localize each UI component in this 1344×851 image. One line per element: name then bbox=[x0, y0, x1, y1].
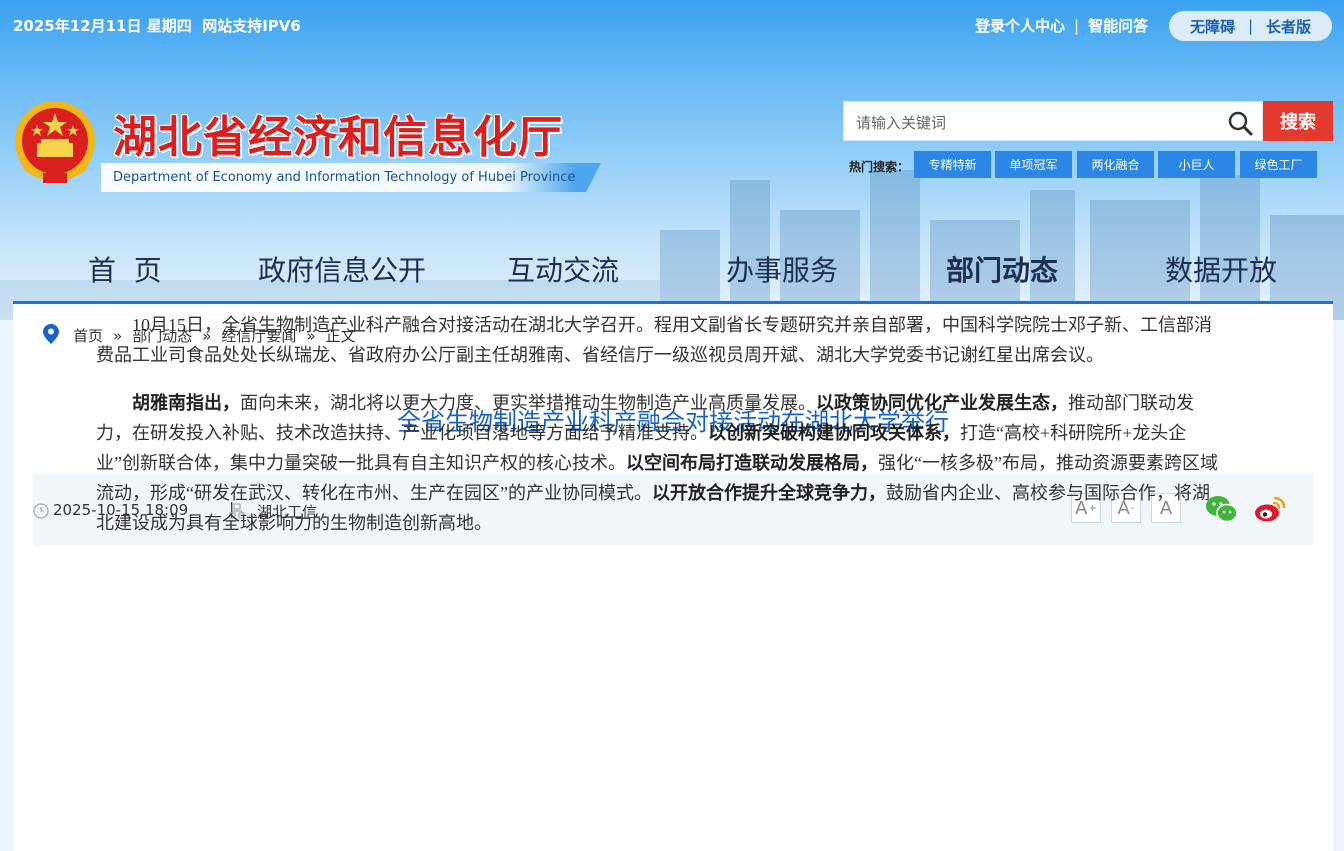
accessibility-link[interactable]: 无障碍 bbox=[1190, 16, 1235, 37]
divider: | bbox=[1074, 17, 1080, 35]
weibo-icon[interactable] bbox=[1253, 494, 1286, 524]
nav-item-home[interactable]: 首 页 bbox=[88, 249, 162, 289]
bold-phrase: 以政策协同优化产业发展生态， bbox=[816, 393, 1068, 413]
top-links: 登录个人中心 | 智能问答 bbox=[975, 15, 1148, 36]
search-icon[interactable] bbox=[1227, 110, 1253, 136]
nav-item-services[interactable]: 办事服务 bbox=[726, 249, 838, 289]
login-link[interactable]: 登录个人中心 bbox=[975, 15, 1065, 36]
current-date: 2025年12月11日 星期四 bbox=[13, 17, 192, 35]
nav-item-interaction[interactable]: 互动交流 bbox=[507, 249, 619, 289]
clock-icon bbox=[33, 503, 49, 519]
search-input[interactable] bbox=[854, 110, 1218, 136]
bold-phrase: 以空间布局打造联动发展格局， bbox=[626, 453, 878, 473]
bold-phrase: 胡雅南指出， bbox=[132, 393, 240, 413]
hot-tag[interactable]: 小巨人 bbox=[1158, 151, 1235, 178]
national-emblem-icon bbox=[15, 101, 95, 183]
hot-tag[interactable]: 绿色工厂 bbox=[1240, 151, 1317, 178]
divider: | bbox=[1247, 17, 1254, 35]
nav-item-gov-info[interactable]: 政府信息公开 bbox=[258, 249, 426, 289]
accessibility-switch: 无障碍 | 长者版 bbox=[1169, 11, 1332, 41]
bold-phrase: 以创新突破构建协同攻关体系， bbox=[708, 423, 960, 443]
search-box bbox=[843, 101, 1263, 141]
nav-item-dept-news[interactable]: 部门动态 bbox=[946, 249, 1058, 289]
site-title: 湖北省经济和信息化厅 bbox=[113, 112, 563, 163]
article-body: 10月15日，全省生物制造产业科产融合对接活动在湖北大学召开。程用文副省长专题研… bbox=[96, 310, 1226, 556]
ipv6-support: 网站支持IPV6 bbox=[202, 17, 301, 35]
smart-qa-link[interactable]: 智能问答 bbox=[1088, 15, 1148, 36]
text-phrase: 面向未来，湖北将以更大力度、更实举措推动生物制造产业高质量发展。 bbox=[240, 393, 816, 413]
article-paragraph: 胡雅南指出，面向未来，湖北将以更大力度、更实举措推动生物制造产业高质量发展。以政… bbox=[96, 388, 1226, 538]
elderly-version-link[interactable]: 长者版 bbox=[1266, 16, 1311, 37]
hot-search-label: 热门搜索： bbox=[849, 160, 910, 174]
article-paragraph: 10月15日，全省生物制造产业科产融合对接活动在湖北大学召开。程用文副省长专题研… bbox=[96, 315, 1212, 365]
hot-tag[interactable]: 两化融合 bbox=[1077, 151, 1154, 178]
location-pin-icon bbox=[43, 324, 59, 344]
top-bar: 2025年12月11日 星期四 网站支持IPV6 登录个人中心 | 智能问答 无障碍… bbox=[0, 0, 1344, 50]
bold-phrase: 以开放合作提升全球竞争力， bbox=[651, 483, 886, 503]
hot-tag[interactable]: 专精特新 bbox=[914, 151, 991, 178]
nav-item-open-data[interactable]: 数据开放 bbox=[1165, 249, 1277, 289]
date-info: 2025年12月11日 星期四 网站支持IPV6 bbox=[13, 15, 301, 36]
site-subtitle: Department of Economy and Information Te… bbox=[113, 170, 576, 185]
hot-tag[interactable]: 单项冠军 bbox=[995, 151, 1072, 178]
main-nav: 首 页 政府信息公开 互动交流 办事服务 部门动态 数据开放 bbox=[13, 245, 1333, 303]
search-button[interactable]: 搜索 bbox=[1263, 101, 1333, 141]
